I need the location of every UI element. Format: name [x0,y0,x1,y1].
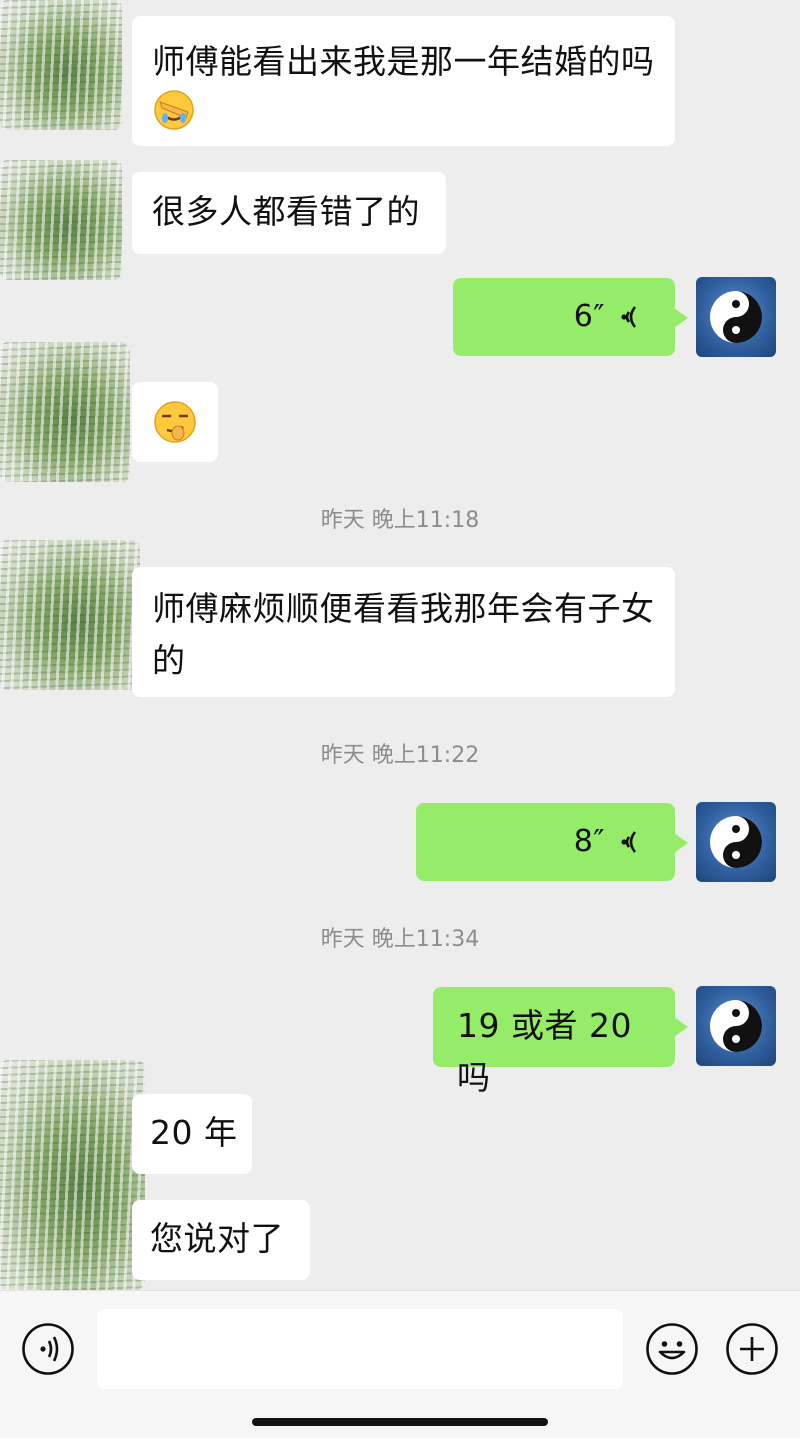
yin-yang-icon [710,291,762,343]
incoming-message-bubble[interactable]: 20 年 [132,1094,252,1174]
contact-avatar[interactable] [0,160,122,280]
message-text: 师傅麻烦顺便看看我那年会有子女的 [152,589,655,680]
contact-avatar[interactable] [0,342,130,482]
voice-message-bubble[interactable]: 6″ [453,278,688,356]
yin-yang-icon [710,1000,762,1052]
contact-avatar[interactable] [0,0,122,130]
home-indicator [252,1418,548,1426]
voice-message-bubble[interactable]: 8″ [416,803,688,881]
message-text: 师傅能看出来我是那一年结婚的吗 [152,42,655,81]
incoming-message-bubble[interactable]: 师傅麻烦顺便看看我那年会有子女的 [132,567,675,697]
message-text: 您说对了 [150,1219,284,1258]
message-text: 很多人都看错了的 [152,192,420,231]
contact-avatar[interactable] [0,1060,145,1290]
message-input[interactable] [97,1309,623,1389]
yin-yang-icon [710,816,762,868]
emoji-face-icon[interactable] [645,1322,699,1376]
incoming-emoji-bubble[interactable] [132,382,218,462]
smirk-emoji-icon [154,401,196,443]
incoming-message-bubble[interactable]: 您说对了 [132,1200,310,1280]
self-avatar[interactable] [696,986,776,1066]
message-text: 20 年 [150,1113,238,1152]
voice-wave-icon [621,831,637,853]
self-avatar[interactable] [696,802,776,882]
plus-icon[interactable] [725,1322,779,1376]
self-avatar[interactable] [696,277,776,357]
voice-mode-icon[interactable] [21,1322,75,1376]
facepalm-emoji-icon [154,90,194,130]
voice-duration: 6″ [573,299,605,334]
outgoing-message-bubble[interactable]: 19 或者 20 吗 [433,987,688,1097]
incoming-message-bubble[interactable]: 师傅能看出来我是那一年结婚的吗 [132,16,675,146]
message-text: 19 或者 20 吗 [457,1006,632,1097]
voice-duration: 8″ [573,824,605,859]
incoming-message-bubble[interactable]: 很多人都看错了的 [132,172,446,254]
contact-avatar[interactable] [0,540,140,690]
timestamp: 昨天 晚上11:34 [320,927,480,952]
timestamp: 昨天 晚上11:18 [320,508,480,533]
voice-wave-icon [621,306,637,328]
chat-message-area[interactable]: 师傅能看出来我是那一年结婚的吗 很多人都看错了的 6″ 昨天 晚上11:18 师… [0,0,800,1290]
timestamp: 昨天 晚上11:22 [320,743,480,768]
